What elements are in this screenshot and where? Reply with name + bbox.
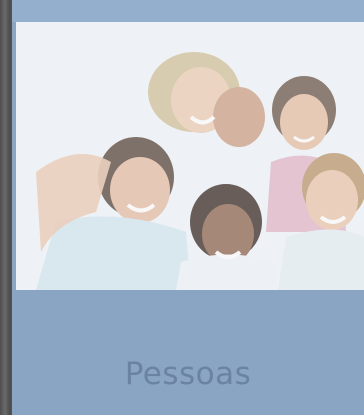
top-band — [12, 0, 364, 22]
cover-panel: Pessoas — [12, 0, 364, 415]
group-photo — [16, 22, 364, 290]
cover-caption: Pessoas — [124, 356, 252, 392]
group-photo-illustration — [16, 22, 364, 290]
